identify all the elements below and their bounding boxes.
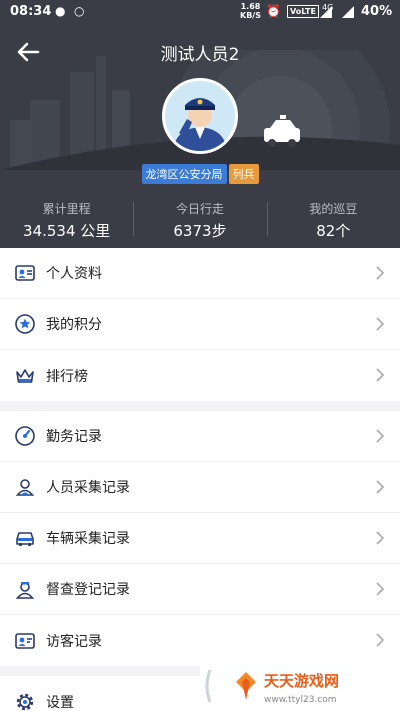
- menu-label: 个人资料: [46, 266, 102, 282]
- car-icon: [16, 532, 34, 547]
- police-officer-avatar-icon: [173, 98, 227, 151]
- menu-item-inspection-records[interactable]: 督查登记记录: [0, 564, 400, 615]
- stat-value: 6373步: [173, 222, 227, 240]
- menu-group-records: 勤务记录 人员采集记录 车辆采集记录 督查登记记录 访客记录: [0, 411, 400, 666]
- menu-label: 设置: [46, 694, 74, 711]
- chevron-right-icon: [376, 633, 385, 647]
- inspector-icon: [15, 582, 35, 599]
- status-bar: 08:34 ● ○ 1.68 KB/S ⏰ VoLTE 4G 40%: [0, 0, 400, 24]
- chevron-right-icon: [376, 317, 385, 331]
- chevron-right-icon: [376, 266, 385, 280]
- star-icon: [15, 314, 35, 334]
- alarm-icon: ⏰: [266, 4, 281, 18]
- network-speed: 1.68 KB/S: [240, 2, 261, 20]
- page-title: 测试人员2: [160, 45, 240, 65]
- menu-label: 人员采集记录: [46, 480, 130, 496]
- watermark-url: www.ttyl23.com: [264, 695, 337, 705]
- badge-row: 龙湾区公安分局 列兵: [0, 164, 400, 184]
- menu-item-vehicle-records[interactable]: 车辆采集记录: [0, 513, 400, 564]
- status-time: 08:34: [10, 4, 52, 19]
- signal-icon-2: [342, 6, 354, 18]
- rank-badge: 列兵: [228, 164, 259, 184]
- profile-header: 08:34 ● ○ 1.68 KB/S ⏰ VoLTE 4G 40% 测试人员2…: [0, 0, 400, 248]
- stat-label: 累计里程: [42, 202, 91, 216]
- menu-label: 访客记录: [46, 633, 102, 650]
- stat-beans: 我的巡豆 82个: [266, 200, 400, 240]
- battery-level: 40%: [361, 4, 393, 19]
- stats-row: 累计里程 34.534 公里 今日行走 6373步 我的巡豆 82个: [0, 200, 400, 240]
- menu-group-profile: 个人资料 我的积分 排行榜: [0, 248, 400, 401]
- menu-item-points[interactable]: 我的积分: [0, 299, 400, 350]
- avatar[interactable]: [162, 78, 238, 154]
- menu-item-visitor-records[interactable]: 访客记录: [0, 615, 400, 666]
- menu-item-duty-records[interactable]: 勤务记录: [0, 411, 400, 462]
- menu-label: 排行榜: [46, 368, 88, 385]
- menu-label: 督查登记记录: [46, 582, 130, 598]
- stat-value: 34.534 公里: [23, 222, 111, 240]
- menu-label: 勤务记录: [46, 429, 102, 445]
- gear-icon: [16, 693, 34, 710]
- chevron-right-icon: [376, 531, 385, 545]
- stat-label: 今日行走: [175, 202, 224, 216]
- volte-indicator: VoLTE: [287, 5, 319, 18]
- person-icon: [15, 479, 35, 496]
- site-watermark: 天天游戏网 www.ttyl23.com: [200, 660, 400, 711]
- unit-badge: 龙湾区公安分局: [141, 164, 227, 184]
- signal-icon: [320, 6, 332, 18]
- watermark-brand: 天天游戏网: [264, 672, 339, 690]
- chevron-right-icon: [376, 582, 385, 596]
- stat-value: 82个: [316, 222, 351, 240]
- stat-steps: 今日行走 6373步: [133, 200, 266, 240]
- menu-item-profile[interactable]: 个人资料: [0, 248, 400, 299]
- crown-icon: [16, 368, 34, 383]
- menu-label: 我的积分: [46, 317, 102, 333]
- chevron-right-icon: [376, 429, 385, 443]
- id-card-icon: [15, 265, 35, 281]
- gauge-icon: [15, 426, 35, 446]
- stat-mileage: 累计里程 34.534 公里: [0, 200, 133, 240]
- chevron-right-icon: [376, 480, 385, 494]
- location-icon: ●: [55, 4, 66, 18]
- sync-icon: ○: [74, 4, 85, 18]
- chevron-right-icon: [376, 368, 385, 382]
- menu-item-ranking[interactable]: 排行榜: [0, 350, 400, 401]
- menu-item-person-records[interactable]: 人员采集记录: [0, 462, 400, 513]
- menu-label: 车辆采集记录: [46, 531, 130, 547]
- visitor-icon: [15, 632, 35, 649]
- stat-label: 我的巡豆: [309, 202, 358, 216]
